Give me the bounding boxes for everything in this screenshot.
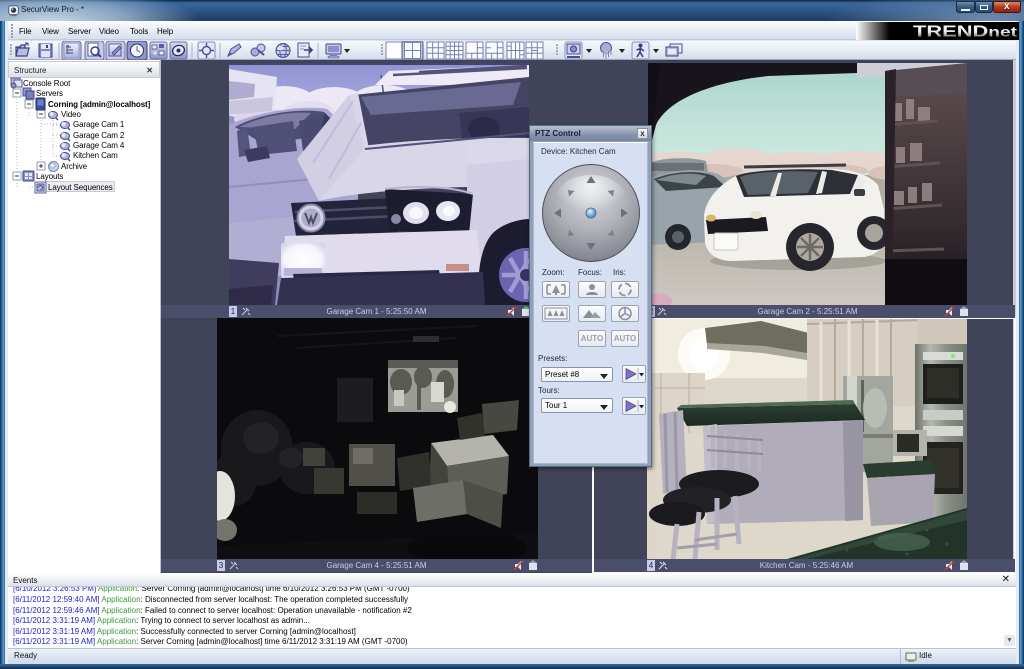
svg-text:TRENDnet: TRENDnet <box>913 24 1017 41</box>
